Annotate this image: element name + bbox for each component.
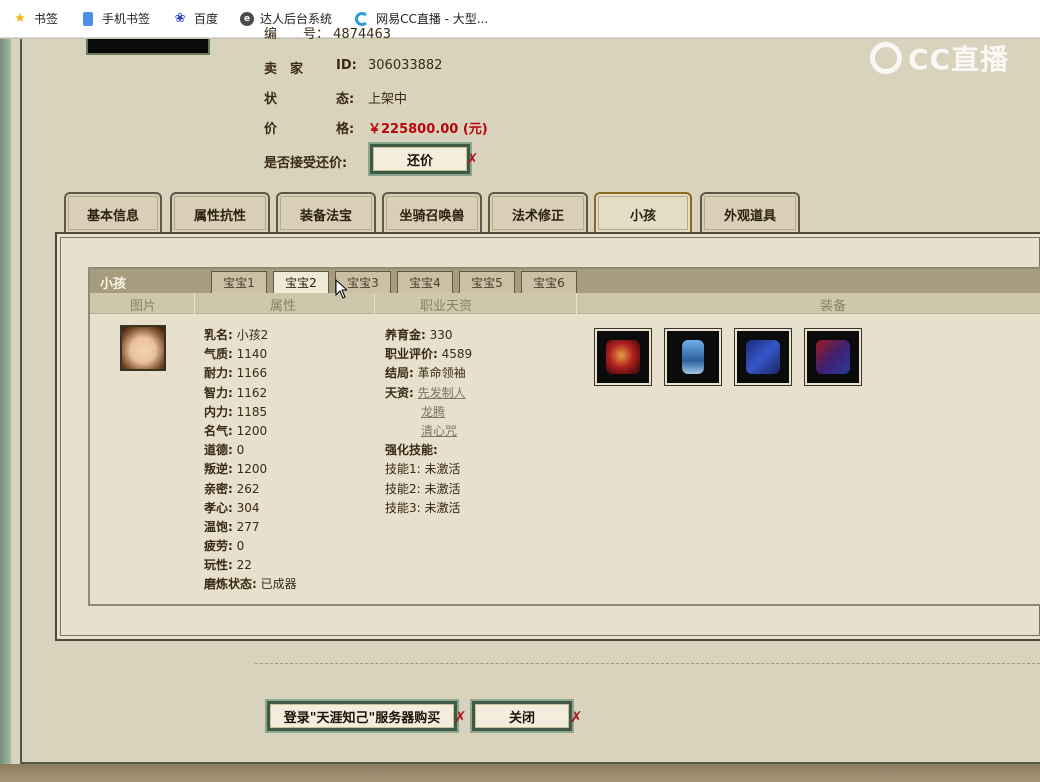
col-career-header: 职业天资 (420, 299, 473, 314)
close-button[interactable]: 关闭 (470, 699, 574, 733)
attr-row: 温饱: 277 (204, 520, 260, 534)
child-panel-header: 小孩 宝宝1 宝宝2 宝宝3 宝宝4 宝宝5 宝宝6 (90, 269, 1040, 293)
tab-basic-info[interactable]: 基本信息 (64, 192, 162, 234)
column-header-row (90, 293, 1040, 314)
bargain-label: 是否接受还价: (264, 156, 348, 171)
clipped-info-line: 编 号： 4874463 (264, 27, 392, 39)
attr-row: 疲劳: 0 (204, 539, 245, 553)
status-value: 上架中 (368, 92, 408, 107)
bookmark-label: 达人后台系统 (260, 12, 333, 26)
skill-row: 技能1: 未激活 (385, 462, 461, 476)
attr-row: 道德: 0 (204, 443, 245, 457)
attr-row: 叛逆: 1200 (204, 462, 268, 476)
blue-robe-icon (682, 340, 704, 374)
pin-icon: ✗ (454, 708, 467, 726)
tab-attr-resist[interactable]: 属性抗性 (170, 192, 270, 234)
status-row: 状 态: 上架中 (264, 88, 407, 107)
talent-row: 清心咒 (421, 422, 457, 439)
child-portrait[interactable] (120, 325, 166, 371)
bookmark-item[interactable]: ❀ 百度 (172, 10, 218, 27)
talent-link[interactable]: 先发制人 (418, 386, 466, 400)
equip-slot[interactable] (594, 328, 652, 386)
talent-row: 龙腾 (421, 403, 445, 420)
seller-avatar-box (86, 39, 210, 55)
blue-book-icon (746, 340, 780, 374)
pin-icon: ✗ (570, 708, 583, 726)
attr-row: 孝心: 304 (204, 501, 260, 515)
col-equip-header: 装备 (820, 299, 847, 314)
divider (255, 663, 1040, 664)
talent-row: 天资: 先发制人 (385, 386, 466, 400)
skill-header: 强化技能: (385, 443, 438, 457)
child-panel-title: 小孩 (100, 277, 127, 292)
pin-icon: ✗ (466, 150, 479, 168)
skill-row: 技能2: 未激活 (385, 482, 461, 496)
bottom-strip (0, 764, 1040, 782)
equip-slot[interactable] (734, 328, 792, 386)
attr-row: 智力: 1162 (204, 386, 268, 400)
bookmark-label: 网易CC直播 - 大型... (376, 12, 489, 26)
price-value: ￥225800.00 (元) (368, 122, 488, 137)
bookmark-label: 书签 (34, 12, 59, 26)
cc-icon (354, 11, 370, 27)
bookmarks-bar: ★ 书签 手机书签 ❀ 百度 e 达人后台系统 网易CC直播 - 大型... (0, 0, 1040, 38)
attr-row: 乳名: 小孩2 (204, 328, 269, 342)
tab-baby-6[interactable]: 宝宝6 (521, 271, 577, 293)
attr-row: 内力: 1185 (204, 405, 268, 419)
frame-border-left (20, 39, 22, 764)
seller-id-row: 卖 家 ID: 306033882 (264, 58, 443, 77)
red-armor-icon (606, 340, 640, 374)
attr-row: 耐力: 1166 (204, 366, 268, 380)
talent-link[interactable]: 清心咒 (421, 424, 457, 438)
rating-row: 职业评价: 4589 (385, 347, 473, 361)
bookmark-item[interactable]: e 达人后台系统 (240, 10, 332, 27)
attr-row: 玩性: 22 (204, 558, 252, 572)
attr-row: 气质: 1140 (204, 347, 268, 361)
seller-id-value: 306033882 (368, 58, 443, 73)
edge-icon: e (240, 11, 255, 26)
bargain-row: 是否接受还价: (264, 152, 347, 171)
baidu-paw-icon: ❀ (174, 11, 186, 26)
nurture-row: 养育金: 330 (385, 328, 453, 342)
bookmark-label: 百度 (194, 12, 219, 26)
cc-watermark: CC直播 (870, 38, 1009, 78)
bookmark-item[interactable]: 网易CC直播 - 大型... (354, 10, 488, 27)
tab-appearance[interactable]: 外观道具 (700, 192, 800, 234)
col-image-header: 图片 (130, 299, 157, 314)
talent-link[interactable]: 龙腾 (421, 405, 445, 419)
col-attr-header: 属性 (270, 299, 297, 314)
tab-baby-4[interactable]: 宝宝4 (397, 271, 453, 293)
cc-logo-icon (870, 42, 902, 74)
tab-spell-mod[interactable]: 法术修正 (488, 192, 588, 234)
tab-mount-summon[interactable]: 坐骑召唤兽 (382, 192, 482, 234)
equip-slot[interactable] (804, 328, 862, 386)
star-icon: ★ (14, 11, 26, 26)
attr-row: 名气: 1200 (204, 424, 268, 438)
skill-row: 技能3: 未激活 (385, 501, 461, 515)
tab-baby-2[interactable]: 宝宝2 (273, 271, 329, 293)
bookmark-label: 手机书签 (102, 12, 151, 26)
bookmark-item[interactable]: 手机书签 (80, 10, 150, 27)
phone-icon (80, 11, 96, 27)
watermark-text: CC直播 (908, 43, 1010, 76)
tab-equip-magic[interactable]: 装备法宝 (276, 192, 376, 234)
equip-slot[interactable] (664, 328, 722, 386)
attr-row: 磨炼状态: 已成器 (204, 577, 297, 591)
bookmark-item[interactable]: ★ 书签 (12, 10, 58, 27)
login-buy-button[interactable]: 登录"天涯知己"服务器购买 (265, 699, 459, 733)
ending-row: 结局: 革命领袖 (385, 366, 466, 380)
bargain-button[interactable]: 还价 (368, 142, 472, 176)
red-blue-box-icon (816, 340, 850, 374)
attr-row: 亲密: 262 (204, 482, 260, 496)
tab-baby-5[interactable]: 宝宝5 (459, 271, 515, 293)
tab-child[interactable]: 小孩 (594, 192, 692, 234)
price-row: 价 格: ￥225800.00 (元) (264, 118, 488, 137)
tab-baby-1[interactable]: 宝宝1 (211, 271, 267, 293)
mouse-cursor-icon (335, 279, 347, 299)
